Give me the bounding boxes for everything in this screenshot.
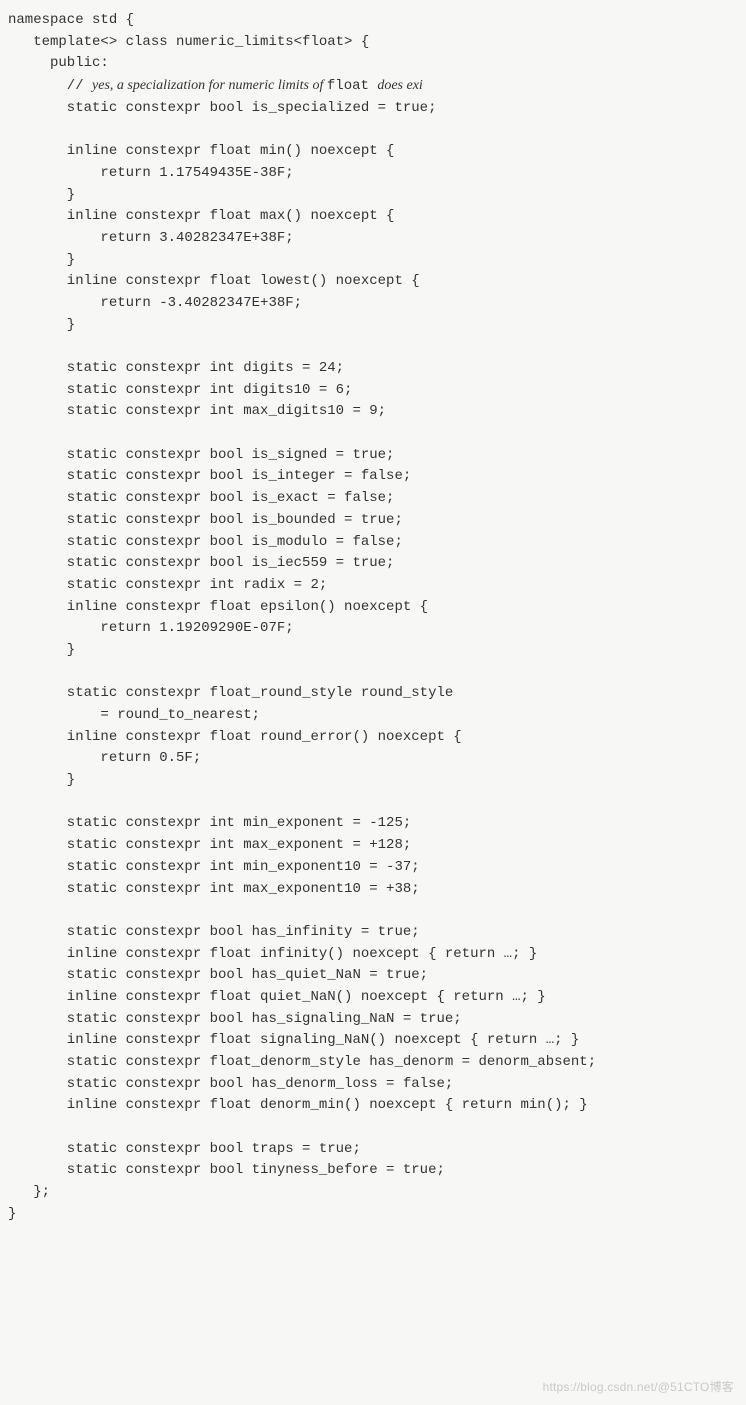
code-line: static constexpr int digits = 24; bbox=[8, 360, 344, 376]
code-line: } bbox=[8, 317, 75, 333]
code-line: public: bbox=[8, 55, 109, 71]
code-line: return -3.40282347E+38F; bbox=[8, 295, 302, 311]
code-line: inline constexpr float round_error() noe… bbox=[8, 729, 462, 745]
code-line: inline constexpr float lowest() noexcept… bbox=[8, 273, 420, 289]
code-line: static constexpr int radix = 2; bbox=[8, 577, 327, 593]
code-line: static constexpr bool is_specialized = t… bbox=[8, 100, 436, 116]
code-line: static constexpr bool is_bounded = true; bbox=[8, 512, 403, 528]
code-line: = round_to_nearest; bbox=[8, 707, 260, 723]
code-line: static constexpr bool tinyness_before = … bbox=[8, 1162, 445, 1178]
code-line: inline constexpr float quiet_NaN() noexc… bbox=[8, 989, 546, 1005]
code-line: } bbox=[8, 187, 75, 203]
code-line: static constexpr bool traps = true; bbox=[8, 1141, 361, 1157]
code-line: static constexpr int min_exponent = -125… bbox=[8, 815, 411, 831]
code-line: inline constexpr float max() noexcept { bbox=[8, 208, 394, 224]
code-block: namespace std { template<> class numeric… bbox=[8, 10, 738, 1226]
code-line: static constexpr bool has_quiet_NaN = tr… bbox=[8, 967, 428, 983]
code-line: static constexpr bool is_exact = false; bbox=[8, 490, 394, 506]
code-line: static constexpr bool is_integer = false… bbox=[8, 468, 411, 484]
code-line: namespace std { bbox=[8, 12, 134, 28]
code-line: static constexpr float_round_style round… bbox=[8, 685, 453, 701]
code-line: inline constexpr float infinity() noexce… bbox=[8, 946, 537, 962]
code-line: return 1.17549435E-38F; bbox=[8, 165, 294, 181]
code-line: inline constexpr float signaling_NaN() n… bbox=[8, 1032, 579, 1048]
code-line: template<> class numeric_limits<float> { bbox=[8, 34, 369, 50]
watermark-text: https://blog.csdn.net/@51CTO博客 bbox=[543, 1378, 734, 1397]
code-line: return 0.5F; bbox=[8, 750, 201, 766]
code-line: static constexpr bool has_denorm_loss = … bbox=[8, 1076, 453, 1092]
code-line: } bbox=[8, 642, 75, 658]
code-line: static constexpr int digits10 = 6; bbox=[8, 382, 352, 398]
code-line: static constexpr int max_exponent10 = +3… bbox=[8, 881, 420, 897]
code-line: inline constexpr float epsilon() noexcep… bbox=[8, 599, 428, 615]
code-line: return 1.19209290E-07F; bbox=[8, 620, 294, 636]
code-line: static constexpr bool is_modulo = false; bbox=[8, 534, 403, 550]
code-line: static constexpr bool is_signed = true; bbox=[8, 447, 394, 463]
code-line: static constexpr bool has_infinity = tru… bbox=[8, 924, 420, 940]
code-line: inline constexpr float min() noexcept { bbox=[8, 143, 394, 159]
code-line: static constexpr int min_exponent10 = -3… bbox=[8, 859, 420, 875]
code-line: return 3.40282347E+38F; bbox=[8, 230, 294, 246]
code-comment: // yes, a specialization for numeric lim… bbox=[8, 78, 423, 94]
code-line: static constexpr int max_exponent = +128… bbox=[8, 837, 411, 853]
code-line: } bbox=[8, 1206, 16, 1222]
code-line: static constexpr int max_digits10 = 9; bbox=[8, 403, 386, 419]
code-line: static constexpr float_denorm_style has_… bbox=[8, 1054, 596, 1070]
code-line: }; bbox=[8, 1184, 50, 1200]
code-line: inline constexpr float denorm_min() noex… bbox=[8, 1097, 588, 1113]
code-line: static constexpr bool is_iec559 = true; bbox=[8, 555, 394, 571]
code-line: } bbox=[8, 772, 75, 788]
code-line: static constexpr bool has_signaling_NaN … bbox=[8, 1011, 462, 1027]
code-line: } bbox=[8, 252, 75, 268]
